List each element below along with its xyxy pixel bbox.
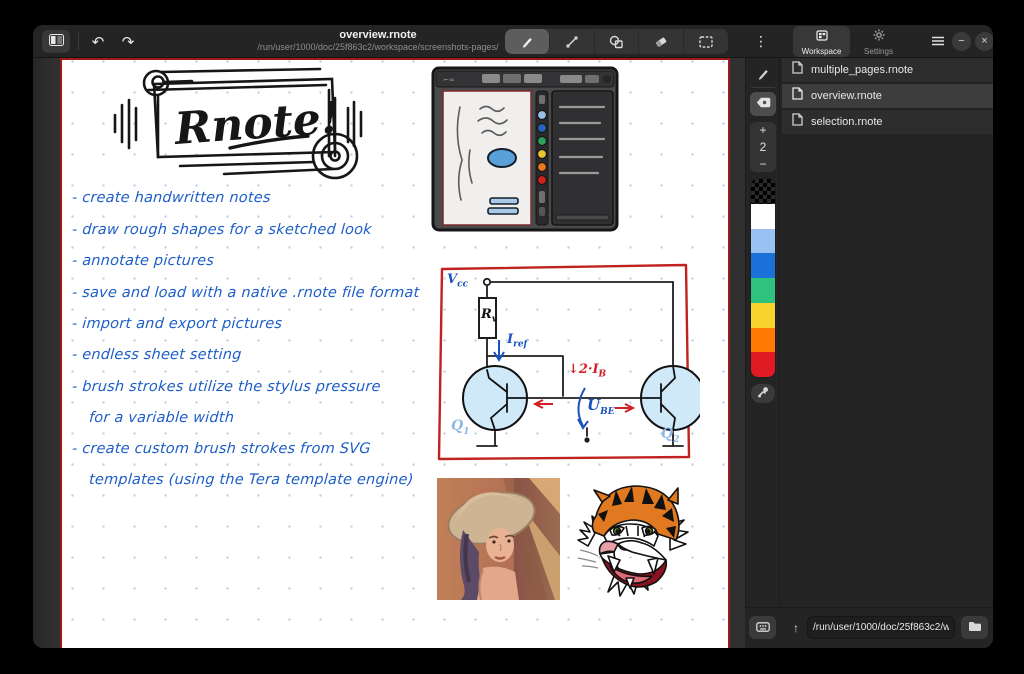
- selection-rectangle-icon: [699, 36, 713, 48]
- tab-workspace[interactable]: Workspace: [793, 26, 850, 57]
- color-dropper-icon: [757, 385, 769, 403]
- keyboard-toggle-button[interactable]: [749, 616, 776, 639]
- redo-button[interactable]: ↷: [115, 30, 141, 53]
- tiger-clipart: [574, 480, 692, 600]
- workspace-file-panel: multiple_pages.rnote overview.rnote sele…: [782, 58, 993, 648]
- hamburger-menu-icon: [931, 33, 945, 51]
- stroke-width-value: 2: [750, 139, 776, 156]
- app-window: ↶ ↷ overview.rnote /run/user/1000/doc/25…: [33, 25, 993, 648]
- footer-bar: ↑: [745, 607, 993, 648]
- note-line: - annotate pictures: [71, 253, 214, 269]
- pen-style-icon[interactable]: [752, 63, 774, 85]
- rnote-logo-sketch: Rnote!: [82, 60, 382, 188]
- workspace-grid-icon: [816, 28, 828, 46]
- close-icon: ×: [981, 36, 987, 47]
- note-line: - import and export pictures: [71, 316, 282, 332]
- document-icon: [792, 113, 803, 131]
- plus-icon: +: [759, 123, 766, 137]
- note-line: - create custom brush strokes from SVG: [71, 441, 371, 457]
- document-page[interactable]: Rnote! - create handwritten notes - draw…: [60, 58, 730, 648]
- shapes-tool-button[interactable]: [595, 29, 640, 54]
- folder-icon: [968, 619, 982, 637]
- minus-icon: −: [759, 157, 766, 171]
- color-swatch-white[interactable]: [751, 204, 775, 229]
- document-icon: [792, 87, 803, 105]
- panel-tabs: Workspace Settings: [793, 26, 907, 58]
- note-line: templates (using the Tera template engin…: [88, 472, 414, 488]
- redo-icon: ↷: [122, 33, 135, 51]
- undo-button[interactable]: ↶: [85, 30, 111, 53]
- panes-icon: [49, 33, 64, 51]
- note-line: - endless sheet setting: [71, 347, 242, 363]
- lena-image: [437, 478, 560, 600]
- document-path: /run/user/1000/doc/25f863c2/workspace/sc…: [228, 42, 528, 53]
- eraser-tool-button[interactable]: [639, 29, 684, 54]
- divider: [78, 33, 79, 50]
- up-arrow-icon: ↑: [793, 621, 799, 635]
- pen-settings-strip: + 2 −: [745, 58, 780, 648]
- canvas-menu-button[interactable]: ⋮: [749, 30, 773, 53]
- minimize-icon: −: [958, 36, 964, 47]
- note-line: - create handwritten notes: [71, 190, 271, 206]
- brush-tool-button[interactable]: [505, 29, 550, 54]
- svg-text:⌐∞: ⌐∞: [443, 76, 455, 84]
- file-name: selection.rnote: [811, 116, 883, 128]
- document-icon: [792, 61, 803, 79]
- file-row-multiple-pages[interactable]: multiple_pages.rnote: [782, 58, 993, 83]
- color-palette: [750, 178, 776, 378]
- tab-settings[interactable]: Settings: [850, 26, 907, 57]
- close-button[interactable]: ×: [975, 32, 993, 51]
- undo-icon: ↶: [92, 33, 105, 51]
- shapes-icon: [609, 35, 624, 49]
- directory-path-input[interactable]: [807, 616, 955, 639]
- color-swatch-orange[interactable]: [751, 328, 775, 353]
- minimize-button[interactable]: −: [952, 32, 971, 51]
- shaper-tool-button[interactable]: [550, 29, 595, 54]
- tab-workspace-label: Workspace: [802, 47, 842, 56]
- marker-icon: [756, 95, 771, 113]
- circuit-diagram-sketch: Vcc Rv Iref ↓2·IB UBE Q1 Q2: [435, 260, 700, 466]
- app-screenshot-drawing: ⌐∞: [430, 65, 620, 235]
- marker-style-button[interactable]: [750, 92, 776, 116]
- file-row-selection[interactable]: selection.rnote: [782, 110, 993, 135]
- divider: [751, 87, 775, 88]
- note-line: - brush strokes utilize the stylus press…: [71, 379, 381, 395]
- main-menu-button[interactable]: [926, 31, 950, 52]
- document-title: overview.rnote: [228, 28, 528, 42]
- color-swatch-yellow[interactable]: [751, 303, 775, 328]
- sidebar-toggle-button[interactable]: [42, 30, 70, 53]
- file-name: multiple_pages.rnote: [811, 64, 913, 76]
- gear-icon: [873, 28, 885, 46]
- note-line: - save and load with a native .rnote fil…: [71, 285, 420, 301]
- selector-tool-button[interactable]: [684, 29, 728, 54]
- open-folder-button[interactable]: [961, 616, 988, 639]
- note-line: for a variable width: [88, 410, 234, 426]
- menu-dots-icon: ⋮: [754, 33, 768, 50]
- shaper-nodes-icon: [565, 35, 579, 49]
- navigate-up-button[interactable]: ↑: [787, 616, 805, 639]
- eraser-icon: [654, 35, 668, 48]
- color-picker-button[interactable]: [751, 384, 775, 403]
- color-swatch-green[interactable]: [751, 278, 775, 303]
- document-title-block: overview.rnote /run/user/1000/doc/25f863…: [228, 28, 528, 53]
- current-color-swatch[interactable]: [751, 179, 775, 204]
- color-swatch-blue[interactable]: [751, 253, 775, 278]
- note-line: - draw rough shapes for a sketched look: [71, 222, 372, 238]
- color-swatch-lightblue[interactable]: [751, 229, 775, 254]
- brush-pen-icon: [520, 35, 534, 49]
- width-increase-button[interactable]: +: [750, 122, 776, 139]
- main-area: Rnote! - create handwritten notes - draw…: [33, 58, 993, 648]
- file-name: overview.rnote: [811, 90, 882, 102]
- width-decrease-button[interactable]: −: [750, 155, 776, 172]
- canvas-zone: Rnote! - create handwritten notes - draw…: [33, 58, 745, 648]
- stroke-width-stepper: + 2 −: [750, 122, 776, 172]
- pen-toolbar: [505, 29, 728, 54]
- tab-settings-label: Settings: [864, 47, 893, 56]
- color-swatch-red[interactable]: [751, 352, 775, 377]
- keyboard-icon: [756, 619, 770, 637]
- file-row-overview[interactable]: overview.rnote: [782, 84, 993, 109]
- header-bar: ↶ ↷ overview.rnote /run/user/1000/doc/25…: [33, 25, 993, 58]
